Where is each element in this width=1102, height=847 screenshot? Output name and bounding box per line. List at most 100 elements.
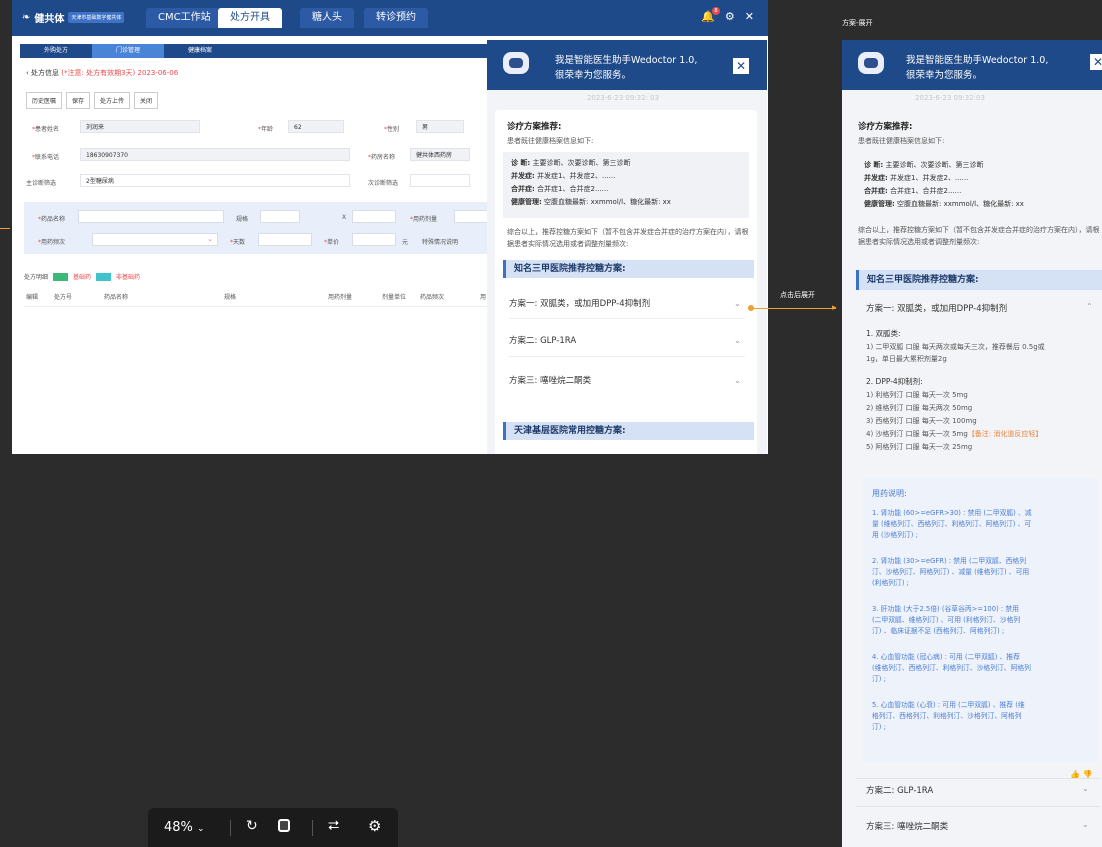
plan-2[interactable]: 方案二: GLP-1RA: [866, 784, 933, 796]
share-icon[interactable]: ⮂: [328, 818, 339, 834]
price-label: *单价: [324, 239, 340, 246]
logo-subtitle: 天津市基础数字健共体: [68, 12, 125, 23]
greeting-line-2: 很荣幸为您服务。: [555, 70, 632, 81]
comp-label: 并发症:: [864, 174, 888, 182]
main-dx-field[interactable]: 2型糖尿病: [80, 174, 350, 187]
usage-4: 4. 心血管功能 (冠心病) : 可用 (二甲双胍) 、推荐 (维格列汀、西格列汀…: [872, 653, 1031, 683]
chevron-down-icon: ⌄: [733, 376, 741, 386]
legend-title: 处方明细: [24, 274, 49, 281]
card-title: 诊疗方案推荐:: [507, 122, 562, 132]
robot-avatar-icon: [858, 52, 884, 74]
chevron-down-icon: ⌄: [733, 336, 741, 346]
special-label: 特殊情况说明: [422, 239, 459, 246]
tab-sugar[interactable]: 糖人头: [300, 8, 354, 28]
col-rx-no: 处方号: [54, 294, 73, 301]
plan-2-label: 方案二: GLP-1RA: [509, 336, 577, 346]
chevron-up-icon[interactable]: ⌃: [1086, 302, 1093, 311]
usage-box: 用药说明: 1. 肾功能 (60>=eGFR>30) : 禁用 (二甲双胍) 、…: [862, 478, 1098, 762]
chevron-down-icon[interactable]: ⌄: [1082, 820, 1089, 829]
settings-icon[interactable]: ⚙: [368, 817, 381, 835]
x-input[interactable]: [352, 210, 396, 223]
col-dose-unit: 剂量单位: [382, 294, 407, 301]
freq-select[interactable]: ⌄: [92, 233, 218, 246]
close-button[interactable]: 关闭: [134, 92, 159, 109]
summary-text: 综合以上，推荐控糖方案如下（暂不包含并发症合并症的治疗方案在内），请根据患者实际…: [858, 226, 1100, 246]
bell-icon[interactable]: 🔔 8: [701, 7, 720, 23]
chevron-down-icon[interactable]: ⌄: [1082, 784, 1089, 793]
divider: [312, 820, 313, 836]
group-2-note: 【备注: 消化道反应轻】: [967, 430, 1043, 438]
pharmacy-field[interactable]: 健共体西药房: [410, 148, 470, 161]
plan-1-label: 方案一: 双胍类，或加用DPP-4抑制剂: [509, 299, 651, 309]
subtab-health-record[interactable]: 健康档案: [164, 44, 236, 58]
chevron-down-icon: ⌄: [733, 299, 741, 309]
drug-name-label: *药品名称: [38, 216, 66, 223]
panel-toggle-icon[interactable]: [278, 819, 290, 832]
chat-time: 2023-6-23 09:32: 03: [586, 94, 660, 102]
spec-input[interactable]: [260, 210, 300, 223]
sub-tabs: 外购处方 门诊管理 健康档案: [20, 44, 490, 58]
arrow-label: 点击后展开: [780, 291, 815, 299]
phone-field[interactable]: 18630907370: [80, 148, 350, 161]
expanded-time: 2023-6-23 09:32:03: [915, 94, 985, 102]
zoom-level[interactable]: 48% ⌄: [164, 820, 205, 835]
card-title: 诊疗方案推荐:: [858, 122, 913, 132]
col-drug-name: 药品名称: [104, 294, 129, 301]
sec-dx-field[interactable]: [410, 174, 470, 187]
usage-5: 5. 心血管功能 (心衰) : 可用 (二甲双胍) 、推荐 (维 格列汀、西格列汀…: [872, 701, 1025, 731]
section-tianjin: 天津基层医院常用控糖方案:: [503, 422, 754, 440]
logo-text: 健共体: [34, 14, 65, 25]
price-input[interactable]: [352, 233, 396, 246]
plan-3[interactable]: 方案三: 噻唑烷二酮类: [866, 820, 948, 832]
fit-icon[interactable]: ↻: [246, 818, 258, 834]
divider: [230, 820, 231, 836]
close-icon[interactable]: ✕: [1090, 54, 1102, 70]
age-label: *年龄: [258, 126, 274, 133]
group-1-title: 1. 双胍类:: [866, 329, 901, 338]
comp-label: 并发症:: [511, 172, 535, 180]
section-top-hospital: 知名三甲医院推荐控糖方案:: [503, 260, 754, 278]
back-chevron-icon[interactable]: ‹: [26, 69, 29, 77]
gear-icon[interactable]: ⚙: [725, 10, 735, 23]
dx-label: 诊 断:: [511, 159, 531, 167]
age-field[interactable]: 62: [288, 120, 344, 133]
crumb-warning: (*注意: 处方有效期3天): [61, 69, 136, 77]
greeting-line-1: 我是智能医生助手Wedoctor 1.0,: [555, 55, 698, 66]
legend-nonbasic: 非基础药: [116, 274, 141, 281]
assistant-header: 我是智能医生助手Wedoctor 1.0, 很荣幸为您服务。 ✕: [487, 40, 767, 90]
drug-name-input[interactable]: [78, 210, 224, 223]
expanded-header: 我是智能医生助手Wedoctor 1.0, 很荣幸为您服务。 ✕: [842, 40, 1102, 90]
plan-2[interactable]: 方案二: GLP-1RA ⌄: [509, 326, 745, 357]
usage-title: 用药说明:: [872, 489, 907, 498]
plan-1[interactable]: 方案一: 双胍类，或加用DPP-4抑制剂 ⌄: [509, 290, 745, 319]
plan-3[interactable]: 方案三: 噻唑烷二酮类 ⌄: [509, 366, 745, 396]
close-icon[interactable]: ✕: [733, 58, 749, 74]
subtab-outpatient[interactable]: 门诊管理: [92, 44, 165, 58]
tab-cmc[interactable]: CMC工作站: [146, 8, 223, 28]
tab-prescription[interactable]: 处方开具: [218, 8, 282, 28]
crumb-date: 2023-06-06: [137, 69, 179, 77]
chevron-down-icon: ⌄: [207, 235, 213, 243]
assistant-panel: 我是智能医生助手Wedoctor 1.0, 很荣幸为您服务。 ✕ 2023-6-…: [487, 40, 767, 454]
group-1-item-1: 1) 二甲双胍 口服 每天两次或每天三次，推荐餐后 0.5g或: [866, 343, 1045, 351]
main-dx-label: 主诊断筛选: [26, 180, 57, 187]
unit-label: 元: [402, 239, 409, 246]
col-freq: 药品频次: [420, 294, 445, 301]
divider: [856, 778, 1100, 779]
notification-badge: 8: [711, 7, 720, 15]
close-icon[interactable]: ✕: [745, 10, 754, 23]
recommendation-card: 诊疗方案推荐: 患者既往健康档案信息如下: 诊 断: 主要诊断、次要诊断、第三诊…: [495, 110, 757, 454]
dx-value: 主要诊断、次要诊断、第三诊断: [885, 161, 984, 169]
history-button[interactable]: 历史医嘱: [26, 92, 63, 109]
name-field[interactable]: 刘润来: [80, 120, 200, 133]
tab-referral[interactable]: 转诊预约: [364, 8, 428, 28]
upload-button[interactable]: 处方上传: [94, 92, 131, 109]
save-button[interactable]: 保存: [66, 92, 91, 109]
plan-1-expanded[interactable]: 方案一: 双胍类，或加用DPP-4抑制剂: [866, 302, 1007, 314]
sex-field[interactable]: 男: [416, 120, 464, 133]
subtab-outsourced[interactable]: 外购处方: [20, 44, 92, 58]
usage-2: 2. 肾功能 (30>=eGFR) : 禁用 (二甲双胍、西格列 汀、沙格列汀、阿…: [872, 557, 1030, 587]
days-input[interactable]: [258, 233, 312, 246]
group-2-item-3: 3) 西格列汀 口服 每天一次 100mg: [866, 417, 977, 425]
robot-avatar-icon: [503, 52, 529, 74]
